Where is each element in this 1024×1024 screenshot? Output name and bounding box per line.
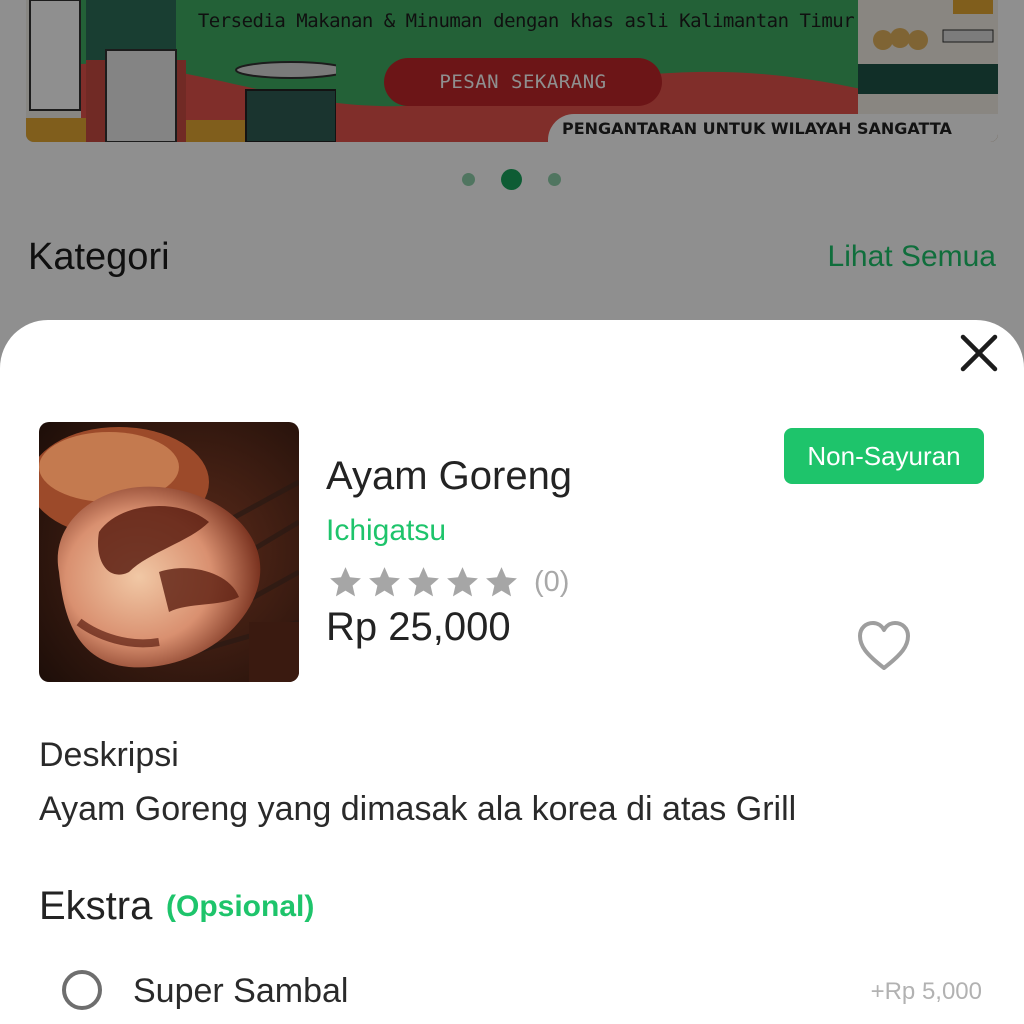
- extras-title: Ekstra: [39, 884, 153, 928]
- heart-icon[interactable]: [856, 620, 912, 672]
- rating-count: (0): [534, 566, 570, 598]
- restaurant-name[interactable]: Ichigatsu: [326, 514, 446, 548]
- star-icon: [408, 567, 439, 597]
- rating-stars: [327, 564, 520, 602]
- product-image: [39, 422, 299, 682]
- star-icon: [330, 567, 361, 597]
- extra-option-price: +Rp 5,000: [870, 978, 982, 1005]
- product-name: Ayam Goreng: [326, 454, 573, 498]
- extras-optional-label: (Opsional): [166, 890, 315, 923]
- product-price: Rp 25,000: [326, 605, 511, 649]
- description-text: Ayam Goreng yang dimasak ala korea di at…: [39, 790, 797, 828]
- radio-unchecked-icon[interactable]: [62, 970, 102, 1010]
- grilled-chicken-image: [39, 422, 299, 682]
- description-title: Deskripsi: [39, 736, 179, 774]
- diet-badge: Non-Sayuran: [784, 428, 984, 484]
- close-icon[interactable]: [956, 330, 1002, 376]
- extra-option-name[interactable]: Super Sambal: [133, 972, 348, 1011]
- star-icon: [486, 567, 517, 597]
- star-icon: [369, 567, 400, 597]
- star-icon: [447, 567, 478, 597]
